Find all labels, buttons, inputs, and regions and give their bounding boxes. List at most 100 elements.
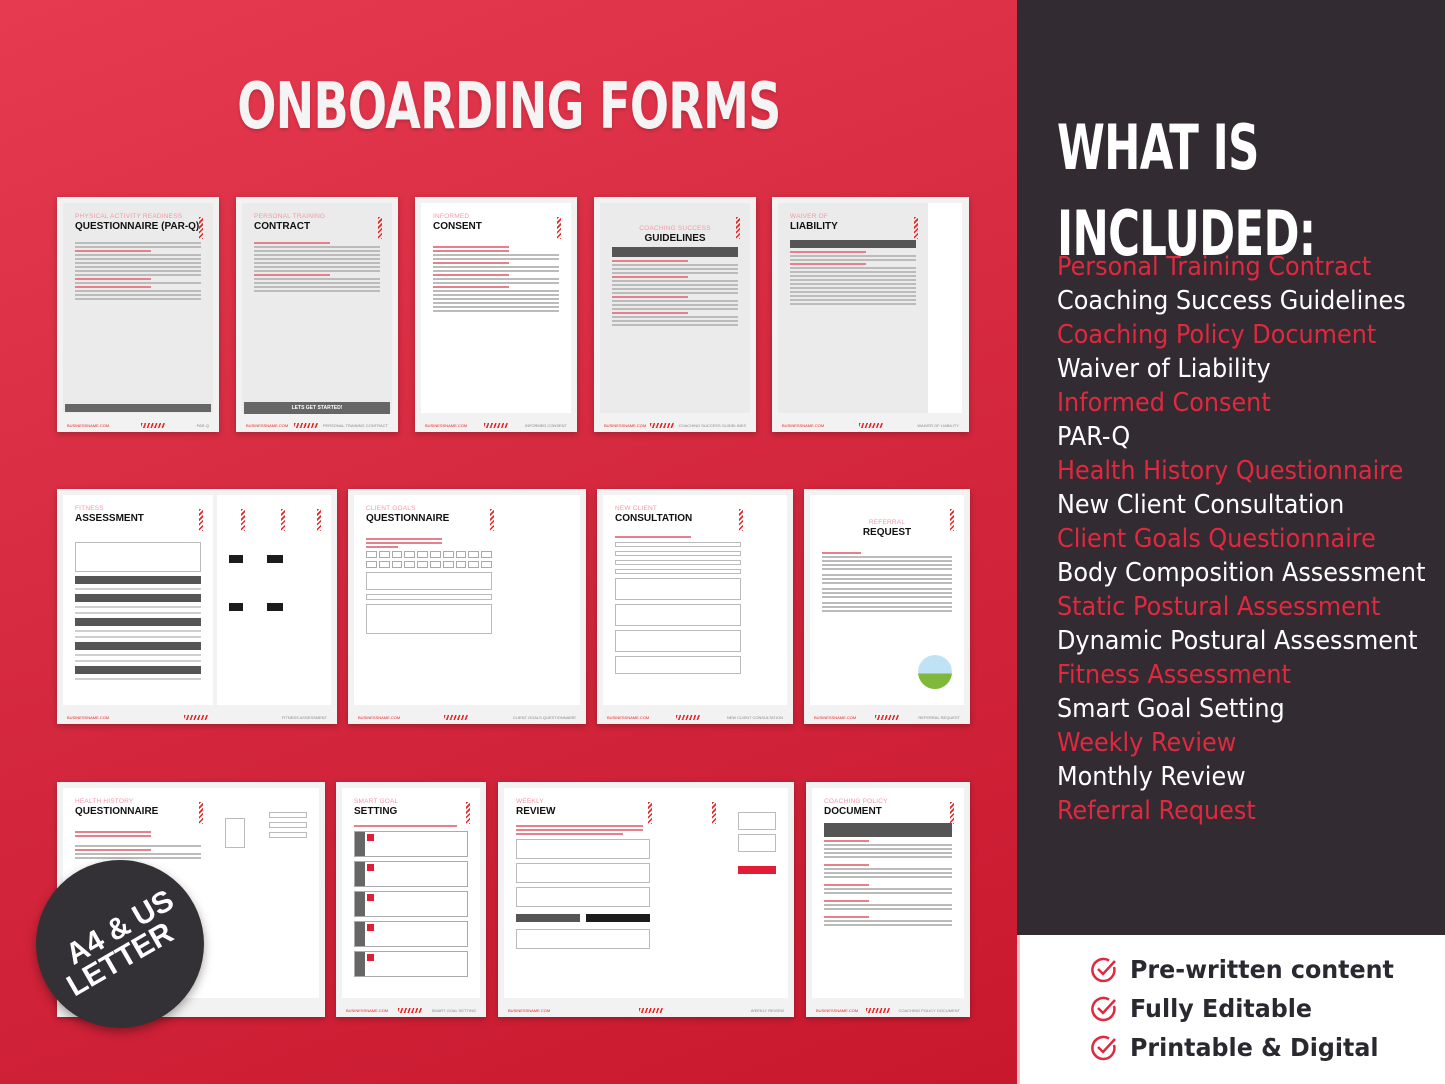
form-subtitle: WEEKLY <box>516 798 544 805</box>
form-footer: BUSINESSNAME.COM SMART GOAL SETTING <box>346 1007 476 1013</box>
form-title: QUESTIONNAIRE <box>75 806 159 817</box>
form-title: SETTING <box>354 806 398 817</box>
page-title: ONBOARDING FORMS <box>237 70 781 144</box>
smart-row-relevant[interactable] <box>354 921 468 947</box>
liability-banner <box>790 240 916 248</box>
form-title: REVIEW <box>516 806 556 817</box>
form-subtitle: NEW CLIENT <box>615 505 658 512</box>
included-item: Referral Request <box>1057 796 1256 826</box>
smart-row-specific[interactable] <box>354 831 468 857</box>
fitness-level-scale[interactable] <box>366 551 492 558</box>
form-title: CONSULTATION <box>615 513 693 524</box>
included-item: Personal Training Contract <box>1057 252 1372 282</box>
photo-placeholder <box>918 655 952 689</box>
form-subtitle: FITNESS <box>75 505 104 512</box>
feature-item: Fully Editable <box>1090 994 1322 1023</box>
form-card-referral[interactable]: REFERRAL REQUEST BUSINESSNAME.COM REFERRA… <box>804 489 970 724</box>
feature-label: Fully Editable <box>1130 994 1312 1023</box>
form-card-smart-goal[interactable]: SMART GOAL SETTING BUSINESSNAME.COM SMART… <box>336 782 486 1017</box>
included-panel: WHAT IS INCLUDED: Personal Training Cont… <box>1017 0 1445 935</box>
form-subtitle: INFORMED <box>433 213 470 220</box>
included-item: Health History Questionnaire <box>1057 456 1404 486</box>
active-level-scale[interactable] <box>366 561 492 568</box>
form-footer: BUSINESSNAME.COM COACHING POLICY DOCUMENT <box>816 1007 960 1013</box>
size-badge: A4 & US LETTER <box>36 860 204 1028</box>
form-subtitle: SMART GOAL <box>354 798 399 805</box>
included-item: Static Postural Assessment <box>1057 592 1381 622</box>
included-list: Personal Training Contract Coaching Succe… <box>1057 250 1445 828</box>
screening-notes-box[interactable] <box>75 542 201 572</box>
form-title: REQUEST <box>862 527 912 538</box>
form-title: CONTRACT <box>254 221 311 232</box>
included-item: Monthly Review <box>1057 762 1246 792</box>
form-subtitle: WAIVER OF <box>790 213 829 220</box>
stripes-decoration <box>557 217 561 239</box>
check-circle-icon <box>1091 996 1116 1021</box>
smart-row-achievable[interactable] <box>354 891 468 917</box>
form-card-parq[interactable]: PHYSICAL ACTIVITY READINESS QUESTIONNAIR… <box>57 197 219 432</box>
form-card-liability[interactable]: WAIVER OF LIABILITY BUSINESSNAME.COM WAIV… <box>772 197 969 432</box>
stripes-decoration <box>378 217 382 239</box>
included-item: PAR-Q <box>1057 422 1131 452</box>
form-title: QUESTIONNAIRE <box>366 513 450 524</box>
included-item: Body Composition Assessment <box>1057 558 1426 588</box>
form-footer: BUSINESSNAME.COM COACHING SUCCESS GUIDELI… <box>604 422 746 428</box>
stripes-decoration <box>914 217 918 239</box>
lets-get-started-button[interactable]: LETS GET STARTED! <box>244 402 390 414</box>
stripes-decoration <box>199 217 203 239</box>
form-title: QUESTIONNAIRE (PAR-Q) <box>75 221 200 232</box>
included-item: Informed Consent <box>1057 388 1271 418</box>
form-card-client-goals[interactable]: CLIENT GOALS QUESTIONNAIRE BUSINESSNAME.… <box>348 489 586 724</box>
stripes-decoration <box>199 509 203 531</box>
included-item: Coaching Policy Document <box>1057 320 1377 350</box>
form-title: DOCUMENT <box>824 806 882 817</box>
form-subtitle: CLIENT GOALS <box>366 505 416 512</box>
form-card-weekly-review[interactable]: WEEKLY REVIEW BUSINESSNAME.COM WEEKLY REV… <box>498 782 794 1017</box>
included-item: Dynamic Postural Assessment <box>1057 626 1418 656</box>
stripes-decoration <box>736 217 740 239</box>
stripes-decoration <box>199 802 203 824</box>
form-subtitle: PERSONAL TRAINING <box>254 213 326 220</box>
feature-item: Pre-written content <box>1090 955 1408 984</box>
form-title: GUIDELINES <box>644 233 706 244</box>
form-card-coaching-policy[interactable]: COACHING POLICY DOCUMENT BUSINESSNAME.CO… <box>806 782 970 1017</box>
stripes-decoration <box>466 802 470 824</box>
stripes-decoration <box>950 509 954 531</box>
form-subtitle: HEALTH HISTORY <box>75 798 134 805</box>
form-footer: BUSINESSNAME.COM WEEKLY REVIEW <box>508 1007 784 1013</box>
form-subtitle: REFERRAL <box>868 519 906 526</box>
included-item: Client Goals Questionnaire <box>1057 524 1376 554</box>
forms-preview-panel: ONBOARDING FORMS PHYSICAL ACTIVITY READI… <box>0 0 1017 1084</box>
feature-item: Printable & Digital <box>1090 1033 1392 1062</box>
included-item: Waiver of Liability <box>1057 354 1271 384</box>
form-subtitle: PHYSICAL ACTIVITY READINESS <box>75 213 183 220</box>
smart-row-time-bound[interactable] <box>354 951 468 977</box>
form-footer: BUSINESSNAME.COM CLIENT GOALS QUESTIONNAI… <box>358 714 576 720</box>
form-footer: BUSINESSNAME.COM PERSONAL TRAINING CONTRA… <box>246 422 388 428</box>
smart-row-measurable[interactable] <box>354 861 468 887</box>
form-card-contract[interactable]: PERSONAL TRAINING CONTRACT LETS GET STAR… <box>236 197 398 432</box>
form-title: ASSESSMENT <box>75 513 144 524</box>
client-name-field[interactable] <box>612 247 738 257</box>
feature-label: Printable & Digital <box>1130 1033 1379 1062</box>
form-card-consultation[interactable]: NEW CLIENT CONSULTATION BUSINESSNAME.COM… <box>597 489 793 724</box>
form-subtitle: COACHING POLICY <box>824 798 888 805</box>
included-item: New Client Consultation <box>1057 490 1345 520</box>
form-title: CONSENT <box>433 221 482 232</box>
check-circle-icon <box>1091 957 1116 982</box>
included-item: Coaching Success Guidelines <box>1057 286 1406 316</box>
form-card-consent[interactable]: INFORMED CONSENT BUSINESSNAME.COM INFORME… <box>415 197 577 432</box>
note-banner <box>65 404 211 412</box>
feature-label: Pre-written content <box>1130 955 1394 984</box>
features-panel: Pre-written content Fully Editable Print… <box>1017 935 1445 1084</box>
form-footer: BUSINESSNAME.COM NEW CLIENT CONSULTATION <box>607 714 783 720</box>
form-footer: BUSINESSNAME.COM INFORMED CONSENT <box>425 422 567 428</box>
stripes-decoration <box>739 509 743 531</box>
stripes-decoration <box>648 802 652 824</box>
form-card-fitness-assessment[interactable]: FITNESS ASSESSMENT BUSINESSNAME.COM FITNE… <box>57 489 337 724</box>
included-item: Fitness Assessment <box>1057 660 1291 690</box>
included-item: Smart Goal Setting <box>1057 694 1285 724</box>
form-footer: BUSINESSNAME.COM FITNESS ASSESSMENT <box>67 714 327 720</box>
check-circle-icon <box>1091 1035 1116 1060</box>
form-card-guidelines[interactable]: COACHING SUCCESS GUIDELINES BUSINESSNAME… <box>594 197 756 432</box>
